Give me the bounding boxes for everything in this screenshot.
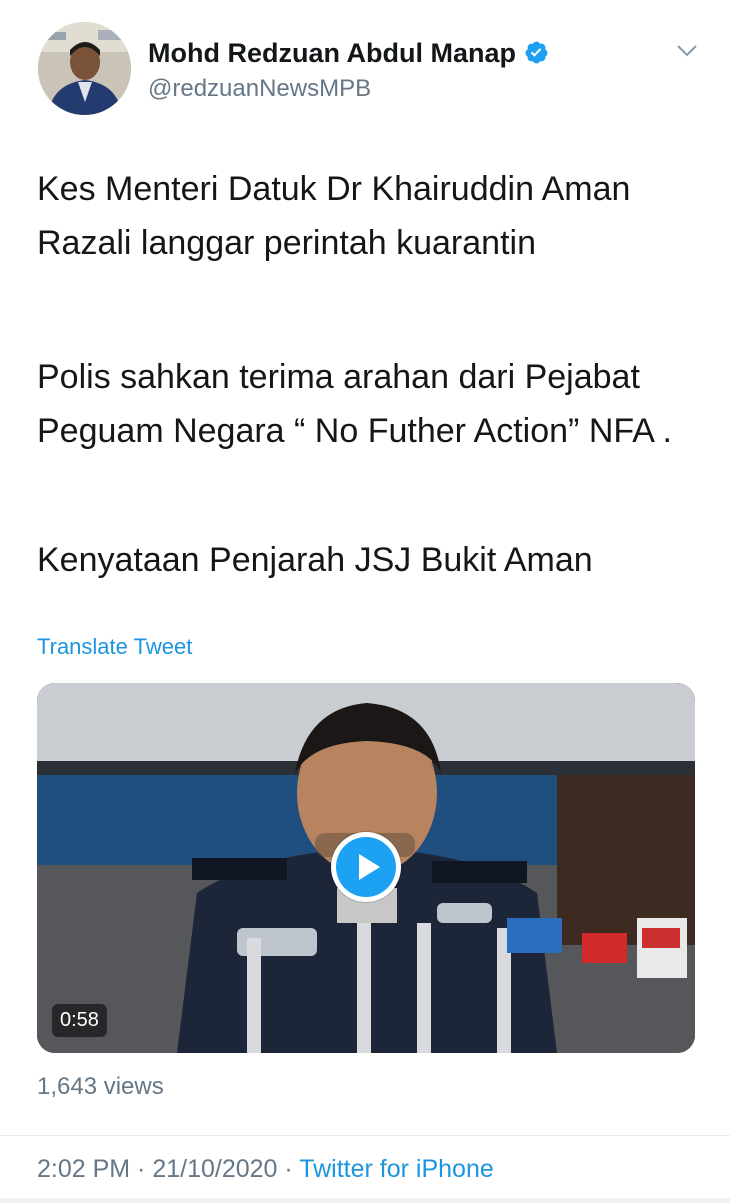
user-handle[interactable]: @redzuanNewsMPB bbox=[148, 74, 371, 104]
tweet-paragraph: Kes Menteri Datuk Dr Khairuddin Aman Raz… bbox=[37, 170, 631, 262]
avatar[interactable] bbox=[38, 22, 131, 115]
tweet-paragraph: Kenyataan Penjarah JSJ Bukit Aman bbox=[37, 541, 593, 579]
play-icon bbox=[336, 837, 396, 897]
translate-tweet-link[interactable]: Translate Tweet bbox=[37, 632, 192, 662]
tweet-metadata: 2:02 PM · 21/10/2020 · Twitter for iPhon… bbox=[37, 1152, 494, 1186]
bottom-divider bbox=[0, 1198, 730, 1203]
meta-separator: · bbox=[130, 1155, 153, 1183]
tweet-source-link[interactable]: Twitter for iPhone bbox=[299, 1155, 494, 1183]
video-duration-badge: 0:58 bbox=[52, 1004, 107, 1037]
divider bbox=[0, 1135, 730, 1136]
tweet-date[interactable]: 21/10/2020 bbox=[152, 1155, 277, 1183]
display-name[interactable]: Mohd Redzuan Abdul Manap bbox=[148, 36, 549, 70]
meta-separator: · bbox=[277, 1155, 300, 1183]
view-count: 1,643 views bbox=[37, 1073, 164, 1100]
tweet-time[interactable]: 2:02 PM bbox=[37, 1155, 130, 1183]
chevron-down-icon[interactable] bbox=[675, 38, 699, 62]
tweet-paragraph: Polis sahkan terima arahan dari Pejabat … bbox=[37, 358, 672, 450]
play-button[interactable] bbox=[331, 832, 401, 902]
avatar-photo bbox=[38, 22, 131, 115]
display-name-text: Mohd Redzuan Abdul Manap bbox=[148, 38, 516, 68]
verified-badge-icon bbox=[525, 41, 548, 64]
